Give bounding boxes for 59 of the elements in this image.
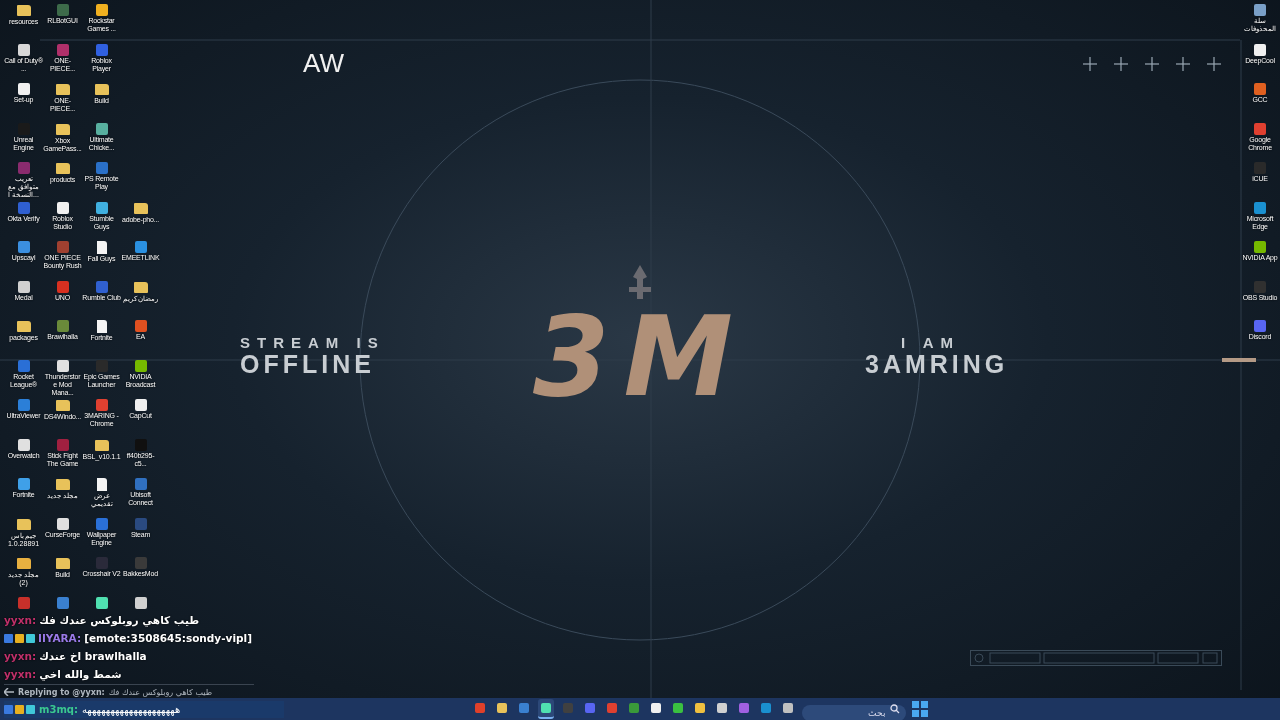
plus-icon <box>1114 57 1128 71</box>
folder-icon[interactable] <box>16 5 31 16</box>
chat-message: شمط والله اخي <box>39 668 122 680</box>
chat-username: yyxn: <box>4 650 37 662</box>
search-icon <box>890 704 900 714</box>
chat-username: yyxn: <box>4 668 37 680</box>
app-icon[interactable] <box>17 43 30 56</box>
folder-icon[interactable] <box>16 558 31 569</box>
logo-text: 3M <box>533 299 747 415</box>
app-icon[interactable] <box>95 4 108 16</box>
app-icon[interactable] <box>17 438 30 451</box>
folder-icon[interactable] <box>94 84 109 95</box>
folder-icon[interactable] <box>94 439 109 451</box>
app-icon[interactable] <box>17 83 30 95</box>
app-icon[interactable] <box>1254 43 1266 56</box>
app-icon[interactable] <box>56 517 69 530</box>
reply-label: Replying to @yyxn: <box>18 687 105 697</box>
folder-icon[interactable] <box>16 321 31 332</box>
folder-icon[interactable] <box>55 163 70 174</box>
corner-text: AW <box>303 48 344 79</box>
offline-text: STREAM IS <box>240 334 385 351</box>
folder-icon[interactable] <box>133 281 148 293</box>
reply-arrow-icon <box>4 688 14 696</box>
folder-icon[interactable] <box>16 518 31 530</box>
channel-text: I AM <box>900 334 962 351</box>
chat-username: IIYARA: <box>38 632 82 644</box>
app-icon[interactable] <box>95 596 108 609</box>
folder-icon[interactable] <box>133 202 148 214</box>
plus-icon <box>1176 57 1190 71</box>
channel-text: 3AMRING <box>865 351 1009 377</box>
chat-username: m3mq: <box>39 704 78 715</box>
search-field[interactable]: بحث <box>802 705 906 720</box>
app-icon[interactable] <box>95 201 108 214</box>
folder-icon[interactable] <box>55 84 70 95</box>
file-icon[interactable] <box>96 241 107 254</box>
plus-icon <box>1083 57 1097 71</box>
plus-icon <box>1207 57 1221 71</box>
app-icon[interactable] <box>56 201 69 214</box>
app-icon[interactable] <box>17 280 30 293</box>
input-value: ههههههههههههههههههههه <box>81 704 181 715</box>
app-icon[interactable] <box>134 596 147 609</box>
offline-text: OFFLINE <box>240 351 376 377</box>
app-icon[interactable] <box>134 399 147 411</box>
windows-logo-icon <box>912 701 928 717</box>
folder-icon[interactable] <box>55 400 70 411</box>
bar-mark-icon <box>1222 358 1256 362</box>
chat-username: yyxn: <box>4 614 37 626</box>
app-icon[interactable] <box>17 478 30 490</box>
file-icon[interactable] <box>96 320 107 333</box>
folder-icon[interactable] <box>55 479 70 490</box>
chat-message: [emote:3508645:sondy-vipl] <box>84 632 252 644</box>
folder-icon[interactable] <box>55 123 70 135</box>
plus-icon <box>1145 57 1159 71</box>
app-icon[interactable] <box>95 122 108 135</box>
folder-icon[interactable] <box>55 558 70 569</box>
chat-message: طيب كاهي روبلوكس عندك فك <box>39 614 200 626</box>
file-icon[interactable] <box>96 478 107 491</box>
taskbar-app[interactable] <box>538 699 554 719</box>
reply-text: طيب كاهي روبلوكس عندك فك <box>108 687 213 697</box>
